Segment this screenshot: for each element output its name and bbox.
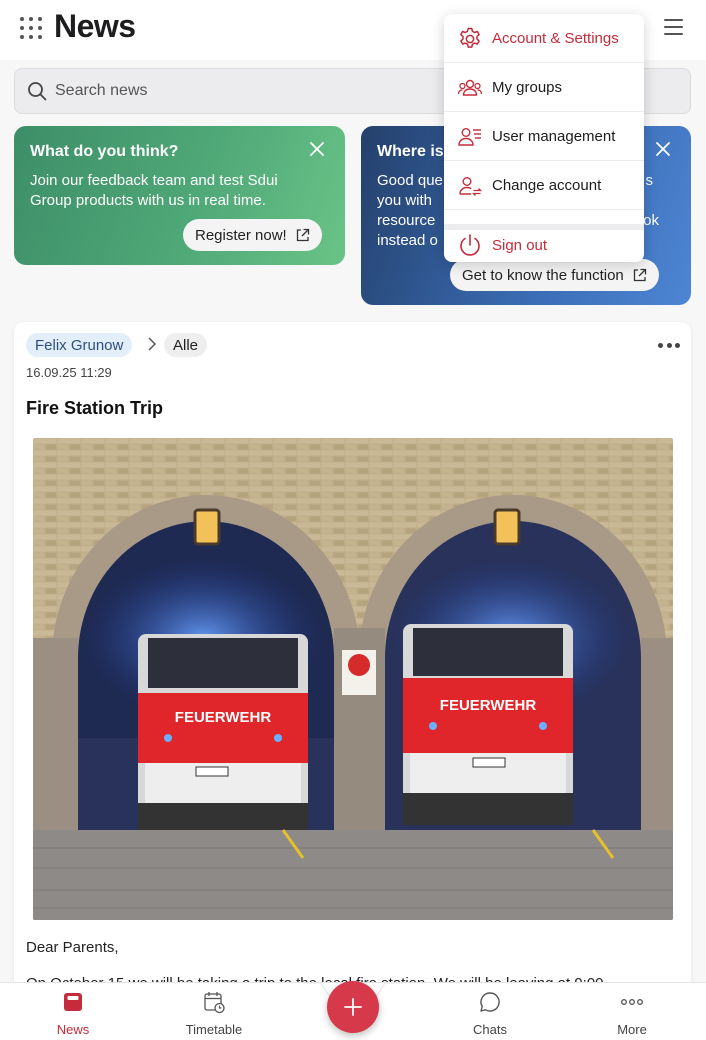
- menu-item-sign-out[interactable]: Sign out: [444, 229, 644, 262]
- create-post-button[interactable]: [327, 981, 379, 1033]
- chat-bubble-icon: [480, 992, 500, 1012]
- menu-item-label: User management: [492, 127, 616, 145]
- promo-card-title: Where is: [377, 143, 444, 160]
- truck-label: FEUERWEHR: [440, 697, 537, 714]
- chevron-right-icon: [148, 337, 157, 351]
- switch-user-icon: [459, 176, 483, 196]
- external-link-icon: [633, 268, 646, 281]
- account-dropdown-menu: Account & Settings My groups User manage…: [444, 14, 644, 262]
- menu-item-change-account[interactable]: Change account: [444, 161, 644, 210]
- nav-timetable[interactable]: Timetable: [169, 983, 259, 1040]
- nav-chats[interactable]: Chats: [445, 983, 535, 1040]
- truck-label: FEUERWEHR: [175, 709, 272, 726]
- nav-label: Timetable: [185, 1022, 243, 1037]
- page-title: News: [54, 8, 136, 44]
- nav-label: News: [56, 1022, 90, 1037]
- power-icon: [460, 234, 480, 256]
- group-icon: [457, 79, 483, 96]
- group-chip[interactable]: Alle: [164, 333, 208, 357]
- nav-label: Chats: [473, 1022, 507, 1037]
- post-title: Fire Station Trip: [26, 398, 164, 418]
- register-now-label: Register now!: [195, 226, 287, 244]
- get-to-know-label: Get to know the function: [462, 266, 624, 284]
- promo-card-title: What do you think?: [30, 143, 179, 160]
- search-input[interactable]: [55, 79, 435, 103]
- fab-container: [303, 955, 403, 1040]
- author-chip[interactable]: Felix Grunow: [26, 333, 133, 357]
- post-body: Dear Parents,: [26, 939, 119, 956]
- close-icon[interactable]: [308, 140, 326, 158]
- register-now-button[interactable]: Register now!: [183, 219, 322, 251]
- more-dots-icon: [621, 999, 643, 1005]
- menu-item-label: My groups: [492, 78, 563, 96]
- menu-item-label: Change account: [492, 176, 602, 194]
- menu-item-label: Sign out: [492, 237, 548, 254]
- menu-item-label: Account & Settings: [492, 29, 619, 47]
- news-post-card: Felix Grunow Alle 16.09.25 11:29 Fire St…: [14, 322, 691, 1040]
- promo-card-text: Join our feedback team and test Sdui Gro…: [30, 172, 278, 209]
- close-icon[interactable]: [654, 140, 672, 158]
- menu-item-my-groups[interactable]: My groups: [444, 63, 644, 112]
- nav-more[interactable]: More: [587, 983, 677, 1040]
- menu-item-account-settings[interactable]: Account & Settings: [444, 14, 644, 63]
- news-icon: [64, 993, 82, 1011]
- menu-item-user-management[interactable]: User management: [444, 112, 644, 161]
- get-to-know-button[interactable]: Get to know the function: [450, 259, 659, 291]
- post-date: 16.09.25 11:29: [26, 365, 112, 380]
- user-list-icon: [458, 127, 481, 146]
- gear-icon: [460, 27, 480, 48]
- calendar-clock-icon: [204, 992, 225, 1014]
- nav-label: More: [617, 1022, 647, 1037]
- apps-grid-icon[interactable]: [20, 17, 42, 39]
- hamburger-menu-icon[interactable]: [664, 19, 683, 35]
- post-image[interactable]: FEUERWEHR FEUERWEHR: [33, 438, 673, 920]
- fire-station-illustration: FEUERWEHR FEUERWEHR: [33, 438, 673, 920]
- nav-news[interactable]: News: [28, 983, 118, 1040]
- plus-icon: [344, 998, 362, 1016]
- search-icon: [28, 82, 47, 101]
- feedback-promo-card: What do you think? Join our feedback tea…: [14, 126, 345, 265]
- external-link-icon: [296, 228, 309, 241]
- post-options-icon[interactable]: [658, 343, 680, 349]
